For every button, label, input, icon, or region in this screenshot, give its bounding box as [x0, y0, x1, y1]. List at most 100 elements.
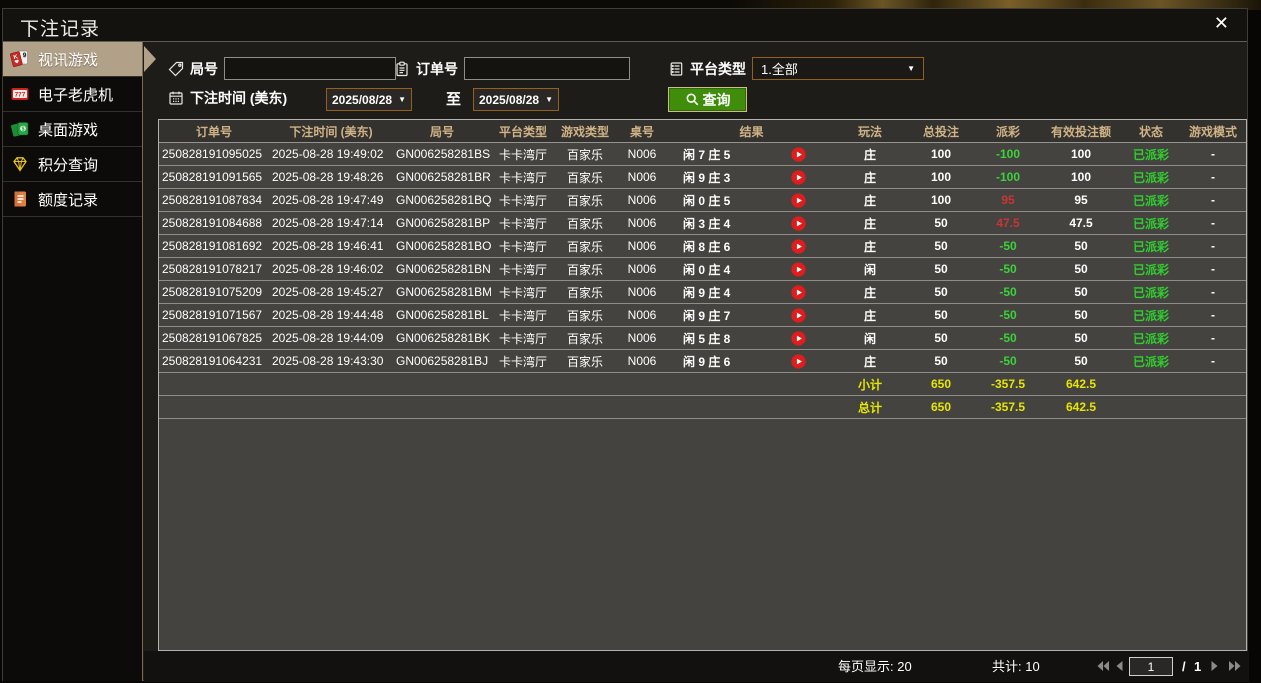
- sidebar-item-quota-records[interactable]: 额度记录: [3, 182, 142, 217]
- play-video-icon[interactable]: [791, 170, 806, 185]
- cell-order: 250828191095025: [159, 147, 269, 161]
- result-text: 闲 9 庄 4: [683, 284, 730, 301]
- result-text: 闲 3 庄 4: [683, 215, 730, 232]
- next-page-icon[interactable]: [1210, 660, 1225, 673]
- play-video-icon[interactable]: [791, 216, 806, 231]
- column-header: 有效投注额: [1040, 123, 1122, 140]
- cell-payout: -100: [976, 170, 1040, 184]
- play-video-icon[interactable]: [791, 193, 806, 208]
- to-label: 至: [446, 88, 461, 109]
- platform-select[interactable]: 1.全部 ▼: [752, 57, 924, 80]
- play-video-icon[interactable]: [791, 285, 806, 300]
- cell-valid_bet: 47.5: [1040, 216, 1122, 230]
- sidebar-item-slots[interactable]: 777 电子老虎机: [3, 77, 142, 112]
- cell-bet_type: 庄: [834, 238, 906, 255]
- summary-row: 总计650-357.5642.5: [159, 396, 1246, 419]
- prev-page-icon[interactable]: [1114, 660, 1129, 673]
- play-video-icon[interactable]: [791, 354, 806, 369]
- date-to-wrap: 2025/08/28 ▼: [473, 88, 559, 111]
- cell-time: 2025-08-28 19:45:27: [269, 285, 393, 299]
- cell-game: 百家乐: [555, 169, 615, 186]
- result-text: 闲 9 庄 6: [683, 353, 730, 370]
- summary-cell-payout: -357.5: [976, 400, 1040, 414]
- platform-label: 平台类型: [690, 59, 746, 79]
- cell-game: 百家乐: [555, 146, 615, 163]
- cell-bet_type: 庄: [834, 169, 906, 186]
- cell-round: GN006258281BJ: [393, 354, 491, 368]
- cell-game: 百家乐: [555, 307, 615, 324]
- sidebar-item-points[interactable]: 积分查询: [3, 147, 142, 182]
- platform-filter: 平台类型 1.全部 ▼: [668, 57, 924, 80]
- first-page-icon[interactable]: [1096, 660, 1111, 673]
- play-video-icon[interactable]: [791, 308, 806, 323]
- cell-time: 2025-08-28 19:44:48: [269, 308, 393, 322]
- cell-platform: 卡卡湾厅: [491, 307, 555, 324]
- cell-status: 已派彩: [1122, 261, 1180, 278]
- sidebar-item-label: 电子老虎机: [38, 84, 113, 105]
- cell-game: 百家乐: [555, 284, 615, 301]
- cell-total_bet: 100: [906, 170, 976, 184]
- round-input[interactable]: [224, 57, 396, 80]
- date-from-picker[interactable]: 2025/08/28 ▼: [326, 88, 412, 111]
- list-icon: [668, 61, 684, 77]
- column-header: 总投注: [906, 123, 976, 140]
- column-header: 游戏类型: [555, 123, 615, 140]
- cell-game: 百家乐: [555, 353, 615, 370]
- cell-payout: -50: [976, 262, 1040, 276]
- cell-valid_bet: 95: [1040, 193, 1122, 207]
- cell-game: 百家乐: [555, 215, 615, 232]
- summary-cell-valid_bet: 642.5: [1040, 400, 1122, 414]
- sidebar-item-video-games[interactable]: 9K 视讯游戏: [3, 42, 142, 77]
- cell-platform: 卡卡湾厅: [491, 330, 555, 347]
- column-header: 结果: [669, 123, 834, 140]
- table-row: 2508281910915652025-08-28 19:48:26GN0062…: [159, 166, 1246, 189]
- query-button[interactable]: 查询: [668, 87, 747, 112]
- cell-result: 闲 8 庄 6: [669, 238, 834, 255]
- play-video-icon[interactable]: [791, 239, 806, 254]
- cell-bet_type: 庄: [834, 192, 906, 209]
- play-video-icon[interactable]: [791, 331, 806, 346]
- column-header: 玩法: [834, 123, 906, 140]
- table-row: 2508281910715672025-08-28 19:44:48GN0062…: [159, 304, 1246, 327]
- order-input[interactable]: [464, 57, 630, 80]
- chevron-down-icon: ▼: [907, 64, 915, 73]
- column-header: 桌号: [615, 123, 669, 140]
- date-to-picker[interactable]: 2025/08/28 ▼: [473, 88, 559, 111]
- date-from-wrap: 2025/08/28 ▼: [326, 88, 412, 111]
- cell-time: 2025-08-28 19:43:30: [269, 354, 393, 368]
- cell-result: 闲 5 庄 8: [669, 330, 834, 347]
- cell-valid_bet: 50: [1040, 331, 1122, 345]
- cell-round: GN006258281BS: [393, 147, 491, 161]
- sidebar-item-table-games[interactable]: $ 桌面游戏: [3, 112, 142, 147]
- close-icon[interactable]: ✕: [1210, 13, 1233, 34]
- play-video-icon[interactable]: [791, 147, 806, 162]
- cell-total_bet: 100: [906, 147, 976, 161]
- cell-bet_type: 闲: [834, 261, 906, 278]
- cell-round: GN006258281BP: [393, 216, 491, 230]
- last-page-icon[interactable]: [1228, 660, 1243, 673]
- cell-valid_bet: 50: [1040, 354, 1122, 368]
- play-video-icon[interactable]: [791, 262, 806, 277]
- summary-cell-total_bet: 650: [906, 377, 976, 391]
- cell-total_bet: 50: [906, 331, 976, 345]
- cell-table: N006: [615, 262, 669, 276]
- cell-platform: 卡卡湾厅: [491, 261, 555, 278]
- summary-cell-valid_bet: 642.5: [1040, 377, 1122, 391]
- column-header: 状态: [1122, 123, 1180, 140]
- query-wrap: 查询: [668, 87, 747, 112]
- window-title: 下注记录: [20, 14, 100, 41]
- cell-round: GN006258281BO: [393, 239, 491, 253]
- cell-platform: 卡卡湾厅: [491, 238, 555, 255]
- summary-cell-total_bet: 650: [906, 400, 976, 414]
- cell-status: 已派彩: [1122, 215, 1180, 232]
- cell-status: 已派彩: [1122, 146, 1180, 163]
- cell-table: N006: [615, 354, 669, 368]
- calendar-icon: [168, 90, 184, 106]
- cell-payout: -50: [976, 308, 1040, 322]
- query-button-label: 查询: [703, 90, 731, 110]
- page-number-input[interactable]: [1129, 657, 1173, 676]
- sidebar: 9K 视讯游戏 777 电子老虎机 $ 桌面游戏 积分查询 额度记: [3, 42, 143, 681]
- playing-cards-icon: 9K: [10, 49, 30, 69]
- cell-order: 250828191081692: [159, 239, 269, 253]
- svg-text:$: $: [21, 127, 24, 133]
